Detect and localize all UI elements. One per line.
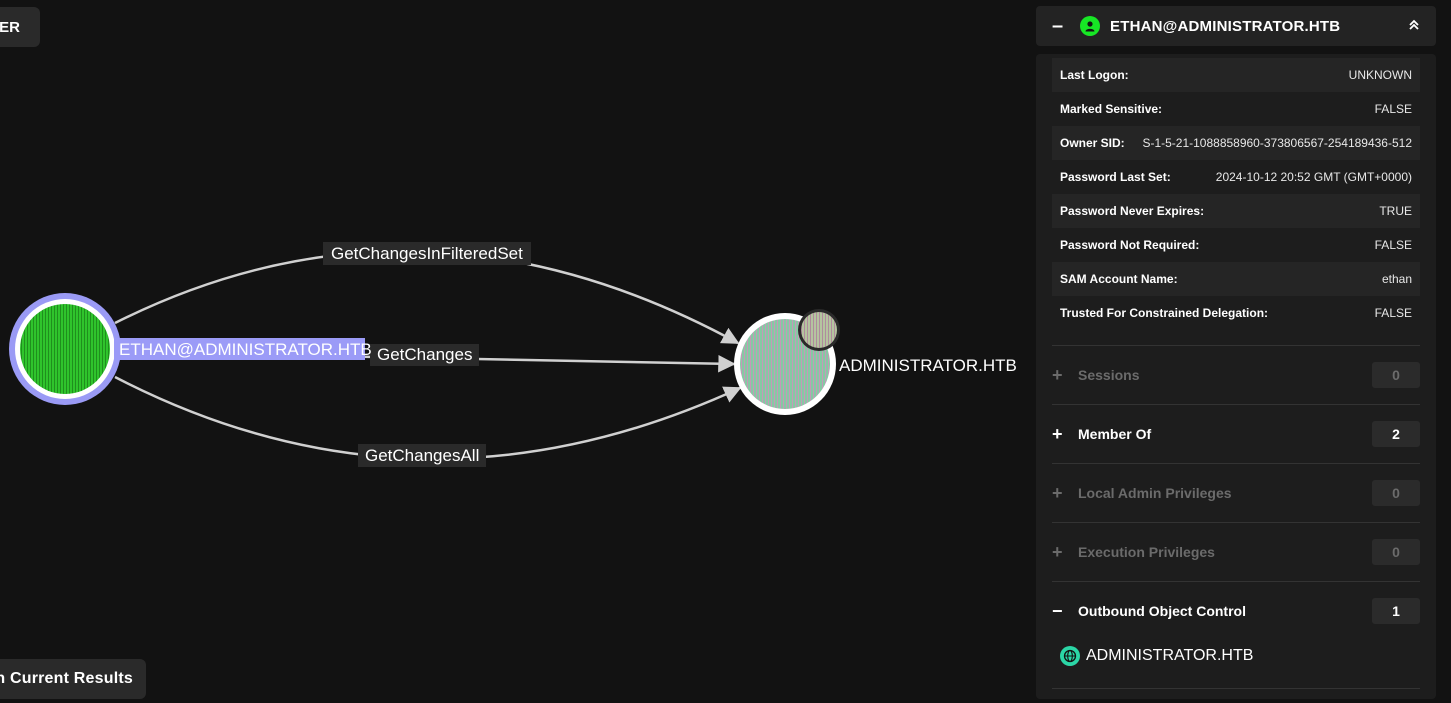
expand-icon: +	[1052, 423, 1063, 444]
section-count: 0	[1372, 480, 1420, 506]
expand-icon: +	[1052, 541, 1063, 562]
entity-panel-title: ETHAN@ADMINISTRATOR.HTB	[1110, 17, 1341, 35]
property-row: Password Last Set: 2024-10-12 20:52 GMT (…	[1052, 160, 1420, 194]
property-row: SAM Account Name: ethan	[1052, 262, 1420, 296]
section-label: Execution Privileges	[1078, 544, 1215, 560]
section-sessions[interactable]: + Sessions 0	[1052, 345, 1420, 404]
chevron-up-icon[interactable]	[1408, 18, 1420, 34]
section-label: Member Of	[1078, 426, 1152, 442]
property-row: Password Not Required: FALSE	[1052, 228, 1420, 262]
section-count: 2	[1372, 421, 1420, 447]
section-count: 0	[1372, 539, 1420, 565]
section-outbound-object-control[interactable]: − Outbound Object Control 1	[1052, 581, 1420, 640]
property-value: FALSE	[1374, 238, 1412, 252]
divider	[1052, 688, 1420, 689]
property-value: S-1-5-21-1088858960-373806567-254189436-…	[1142, 136, 1412, 150]
section-local-admin-privileges[interactable]: + Local Admin Privileges 0	[1052, 463, 1420, 522]
user-icon	[1080, 16, 1100, 36]
graph-canvas[interactable]: GetChangesInFilteredSet GetChanges GetCh…	[0, 0, 1030, 703]
target-node-label: ADMINISTRATOR.HTB	[839, 356, 1017, 375]
property-key: Owner SID:	[1060, 136, 1125, 150]
section-label: Outbound Object Control	[1078, 603, 1246, 619]
property-value: FALSE	[1374, 306, 1412, 320]
property-key: SAM Account Name:	[1060, 272, 1178, 286]
property-key: Password Last Set:	[1060, 170, 1171, 184]
expand-icon: +	[1052, 364, 1063, 385]
source-node-label: ETHAN@ADMINISTRATOR.HTB	[119, 340, 372, 359]
properties-table: Last Logon: UNKNOWN Marked Sensitive: FALS…	[1052, 58, 1420, 330]
minimize-icon[interactable]: –	[1052, 15, 1080, 38]
section-count: 0	[1372, 362, 1420, 388]
property-key: Trusted For Constrained Delegation:	[1060, 306, 1269, 320]
property-value: TRUE	[1379, 204, 1412, 218]
property-key: Password Never Expires:	[1060, 204, 1205, 218]
section-label: Local Admin Privileges	[1078, 485, 1232, 501]
expand-icon: +	[1052, 482, 1063, 503]
property-key: Last Logon:	[1060, 68, 1129, 82]
property-key: Marked Sensitive:	[1060, 102, 1163, 116]
property-key: Password Not Required:	[1060, 238, 1200, 252]
outbound-item-administrator[interactable]: ADMINISTRATOR.HTB	[1060, 646, 1253, 666]
property-row: Marked Sensitive: FALSE	[1052, 92, 1420, 126]
user-node-ethan[interactable]	[9, 293, 121, 405]
property-row: Last Logon: UNKNOWN	[1052, 58, 1420, 92]
property-value: UNKNOWN	[1348, 68, 1412, 82]
entity-panel-body: Last Logon: UNKNOWN Marked Sensitive: FALS…	[1036, 54, 1436, 699]
property-row: Owner SID: S-1-5-21-1088858960-373806567-…	[1052, 126, 1420, 160]
domain-node-overlay-badge	[798, 309, 840, 351]
collapse-icon: −	[1052, 600, 1063, 621]
section-execution-privileges[interactable]: + Execution Privileges 0	[1052, 522, 1420, 581]
entity-panel-header[interactable]: – ETHAN@ADMINISTRATOR.HTB	[1036, 6, 1436, 46]
edge-label-getchangesall: GetChangesAll	[365, 446, 479, 465]
outbound-item-label: ADMINISTRATOR.HTB	[1086, 647, 1254, 664]
section-member-of[interactable]: + Member Of 2	[1052, 404, 1420, 463]
globe-icon	[1060, 646, 1080, 666]
edge-label-getchangesinfilteredset: GetChangesInFilteredSet	[331, 244, 523, 263]
property-row: Password Never Expires: TRUE	[1052, 194, 1420, 228]
property-value: ethan	[1381, 272, 1412, 286]
property-value: 2024-10-12 20:52 GMT (GMT+0000)	[1215, 170, 1412, 184]
section-label: Sessions	[1078, 367, 1140, 383]
property-value: FALSE	[1374, 102, 1412, 116]
edge-label-getchanges: GetChanges	[377, 345, 472, 364]
property-row: Trusted For Constrained Delegation: FALSE	[1052, 296, 1420, 330]
section-count: 1	[1372, 598, 1420, 624]
